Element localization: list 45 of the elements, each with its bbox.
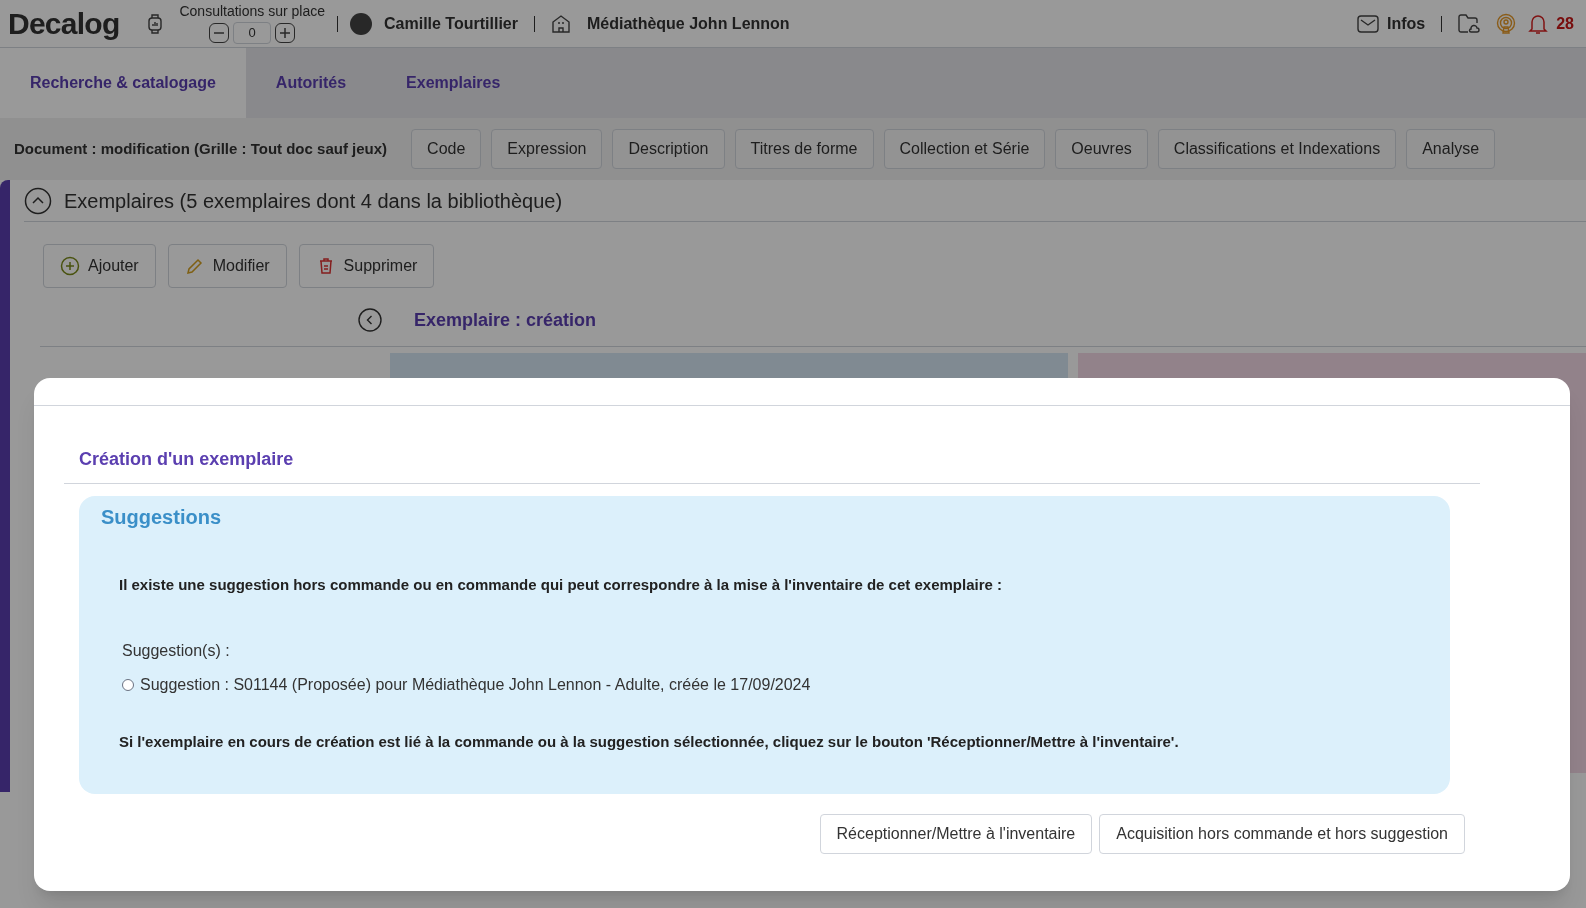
section-tab-button[interactable]: Classifications et Indexations	[1157, 129, 1397, 169]
section-tab-button[interactable]: Oeuvres	[1055, 129, 1148, 169]
infos-link[interactable]: Infos	[1387, 11, 1426, 36]
plus-circle-icon	[60, 256, 80, 276]
section-tab-button[interactable]: Code	[411, 129, 482, 169]
section-tab-button[interactable]: Collection et Série	[883, 129, 1046, 169]
pencil-icon	[184, 256, 205, 276]
suggestions-intro: Il existe une suggestion hors commande ou en commande qui peut correspondre à la mise à l'inventaire de cet exemplaire :	[119, 575, 1003, 595]
watch-icon	[147, 12, 164, 35]
suggestion-option[interactable]: Suggestion : S01144 (Proposée) pour Médiathèque John Lennon - Adulte, créée le 17/09/2024	[122, 672, 811, 697]
dialog-button[interactable]: Réceptionner/Mettre à l'inventaire	[819, 814, 1093, 854]
add-button[interactable]: Ajouter	[43, 244, 156, 288]
radio-button[interactable]	[122, 678, 134, 691]
logo: Decalog	[8, 6, 120, 42]
section-tab-button[interactable]: Expression	[491, 129, 603, 169]
subtitle: Exemplaire : création	[414, 308, 597, 332]
avatar-icon	[350, 12, 372, 35]
edit-button[interactable]: Modifier	[167, 244, 287, 288]
notification-count: 28	[1556, 13, 1574, 34]
plus-icon	[280, 27, 291, 38]
chevron-circle-icon[interactable]	[24, 186, 52, 215]
cloud-folder-icon[interactable]	[1458, 13, 1481, 34]
building-icon	[550, 13, 571, 34]
document-title: Document : modification (Grille : Tout doc sauf jeux)	[14, 138, 388, 159]
delete-button[interactable]: Supprimer	[298, 244, 435, 288]
envelope-icon	[1357, 14, 1379, 33]
suggestions-list-label: Suggestion(s) :	[122, 640, 231, 661]
counter-field[interactable]: 0	[233, 21, 272, 44]
decrement-button[interactable]	[209, 22, 230, 43]
bell-icon[interactable]	[1528, 12, 1549, 35]
section-tab-button[interactable]: Analyse	[1406, 129, 1496, 169]
library-name[interactable]: Médiathèque John Lennon	[586, 11, 790, 36]
suggestions-heading: Suggestions	[101, 505, 222, 530]
user-name[interactable]: Camille Tourtillier	[384, 11, 518, 36]
increment-button[interactable]	[275, 22, 296, 43]
suggestions-note: Si l'exemplaire en cours de création est lié à la commande ou à la suggestion sélectionnée, cliquez sur le bouton 'Réceptionner/Mettre à l'inventaire'.	[119, 731, 1180, 752]
modal-title: Création d'un exemplaire	[79, 449, 294, 469]
minus-icon	[214, 31, 225, 34]
section-tab-button[interactable]: Titres de forme	[734, 129, 874, 169]
consultations-label: Consultations sur place	[179, 3, 325, 18]
section-tab-button[interactable]: Description	[612, 129, 725, 169]
dialog-button[interactable]: Acquisition hors commande et hors suggestion	[1099, 814, 1465, 854]
nav-tab[interactable]: Recherche & catalogage	[0, 48, 246, 118]
section-title: Exemplaires (5 exemplaires dont 4 dans la bibliothèque)	[64, 188, 563, 214]
chevron-left-icon[interactable]	[358, 308, 382, 332]
